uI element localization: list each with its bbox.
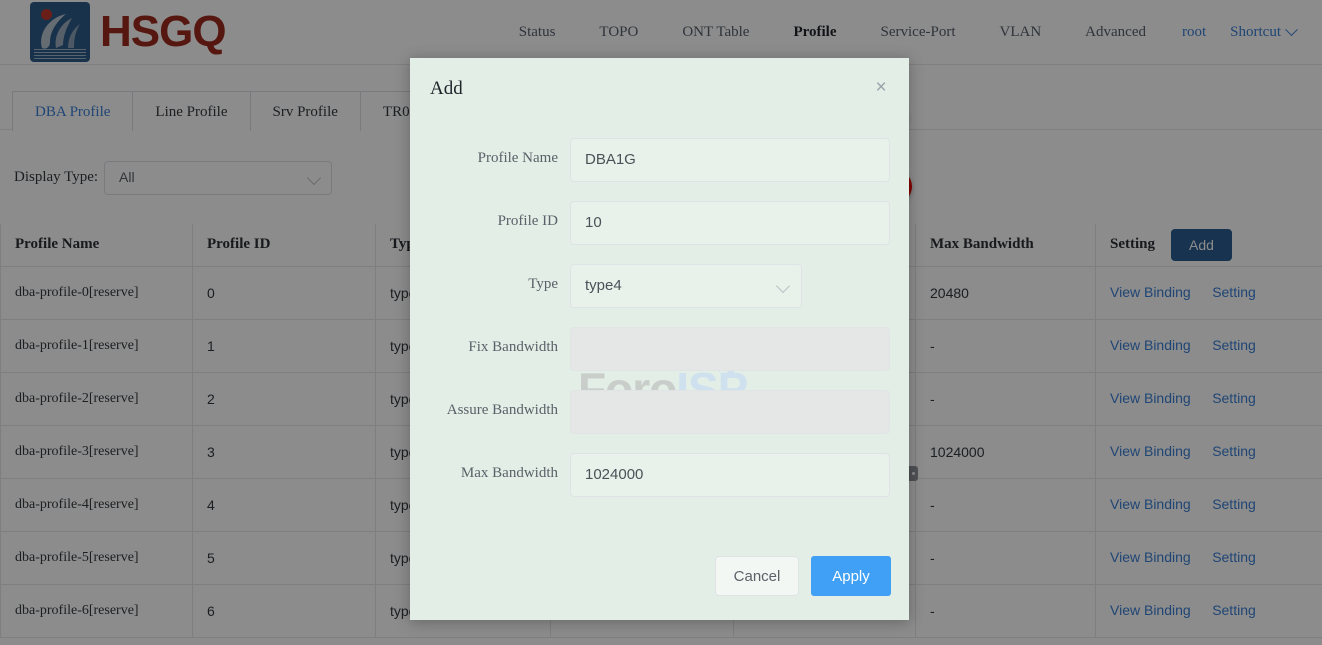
dialog-actions: Cancel Apply — [410, 556, 909, 606]
label-type: Type — [528, 276, 558, 292]
chevron-down-icon — [775, 278, 791, 294]
form-row-profile-name: Profile Name DBA1G — [410, 138, 909, 182]
profile-id-input[interactable]: 10 — [570, 201, 890, 245]
cancel-button[interactable]: Cancel — [715, 556, 799, 596]
profile-name-value: DBA1G — [585, 151, 636, 168]
type-value: type4 — [585, 277, 622, 294]
max-bandwidth-input[interactable]: 1024000 — [570, 453, 890, 497]
assure-bandwidth-input — [570, 390, 890, 434]
close-icon[interactable]: × — [872, 78, 890, 98]
form-row-max-bandwidth: Max Bandwidth 1024000 — [410, 453, 909, 497]
form-row-fix-bandwidth: Fix Bandwidth — [410, 327, 909, 371]
dialog-title: Add — [430, 78, 463, 99]
form-row-profile-id: Profile ID 10 — [410, 201, 909, 245]
label-profile-name: Profile Name — [477, 150, 558, 166]
add-dba-profile-dialog: Add × ForoISP Profile Name DBA1G Profile… — [410, 58, 909, 620]
apply-button[interactable]: Apply — [811, 556, 891, 596]
max-bandwidth-value: 1024000 — [585, 466, 644, 483]
fix-bandwidth-input — [570, 327, 890, 371]
form-row-assure-bandwidth: Assure Bandwidth — [410, 390, 909, 434]
label-fix-bandwidth: Fix Bandwidth — [468, 339, 558, 355]
label-profile-id: Profile ID — [497, 213, 558, 229]
profile-name-input[interactable]: DBA1G — [570, 138, 890, 182]
form-row-type: Type type4 — [410, 264, 909, 308]
label-assure-bandwidth: Assure Bandwidth — [446, 402, 558, 418]
label-max-bandwidth: Max Bandwidth — [460, 465, 558, 481]
profile-id-value: 10 — [585, 214, 602, 231]
type-select[interactable]: type4 — [570, 264, 802, 308]
